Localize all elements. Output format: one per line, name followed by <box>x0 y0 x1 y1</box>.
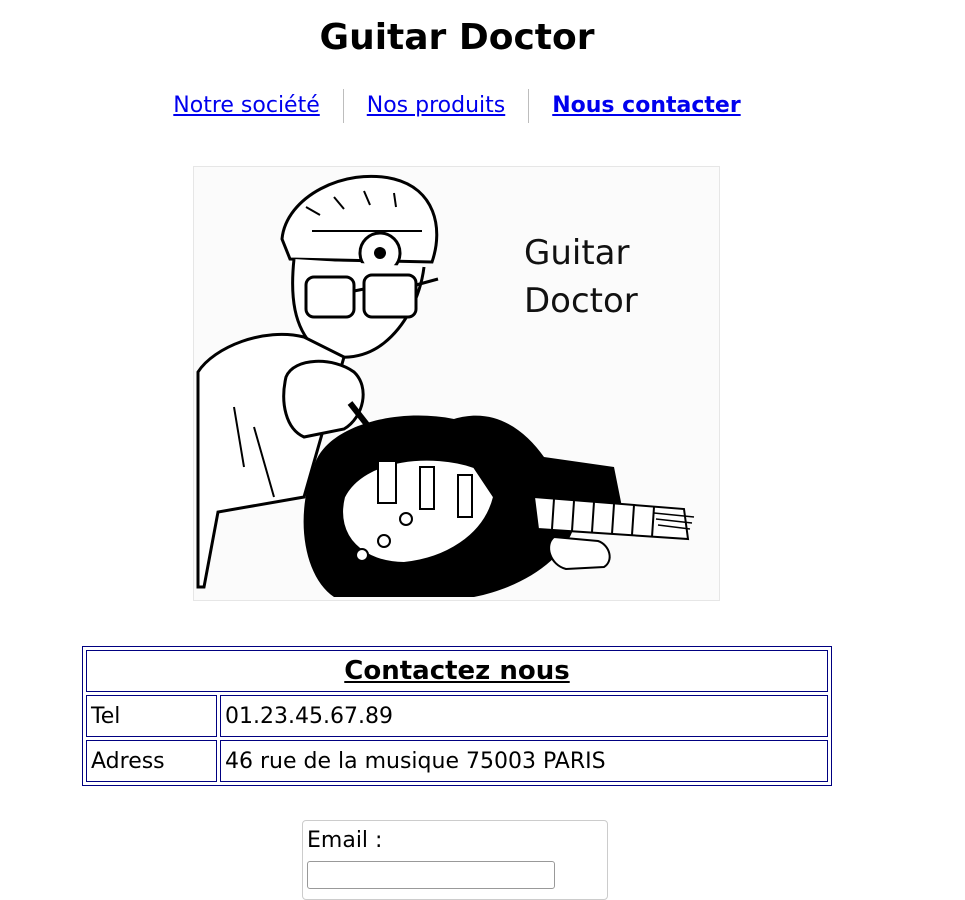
contact-table-row: Adress 46 rue de la musique 75003 PARIS <box>86 740 828 782</box>
email-label: Email : <box>307 828 383 853</box>
main-nav: Notre société Nos produits Nous contacte… <box>0 88 914 124</box>
contact-value-adress: 46 rue de la musique 75003 PARIS <box>220 740 828 782</box>
surgeon-guitar-illustration <box>196 174 695 597</box>
logo-text-line2: Doctor <box>524 281 638 321</box>
nav-link-nous-contacter[interactable]: Nous contacter <box>529 88 763 124</box>
contact-form: Email : <box>302 820 608 900</box>
contact-key-adress: Adress <box>86 740 217 782</box>
logo-text: Guitar Doctor <box>524 229 638 325</box>
contact-key-tel: Tel <box>86 695 217 737</box>
nav-link-nos-produits[interactable]: Nos produits <box>344 88 528 124</box>
logo-text-line1: Guitar <box>524 233 630 273</box>
contact-table-caption-row: Contactez nous <box>86 650 828 692</box>
contact-value-tel: 01.23.45.67.89 <box>220 695 828 737</box>
site-title: Guitar Doctor <box>319 17 595 58</box>
guitar-doctor-logo-image: Guitar Doctor <box>193 166 720 601</box>
contact-table: Contactez nous Tel 01.23.45.67.89 Adress… <box>82 646 832 786</box>
email-field[interactable] <box>307 861 555 889</box>
contact-table-caption: Contactez nous <box>86 650 828 692</box>
nav-link-notre-societe[interactable]: Notre société <box>150 88 342 124</box>
contact-table-row: Tel 01.23.45.67.89 <box>86 695 828 737</box>
